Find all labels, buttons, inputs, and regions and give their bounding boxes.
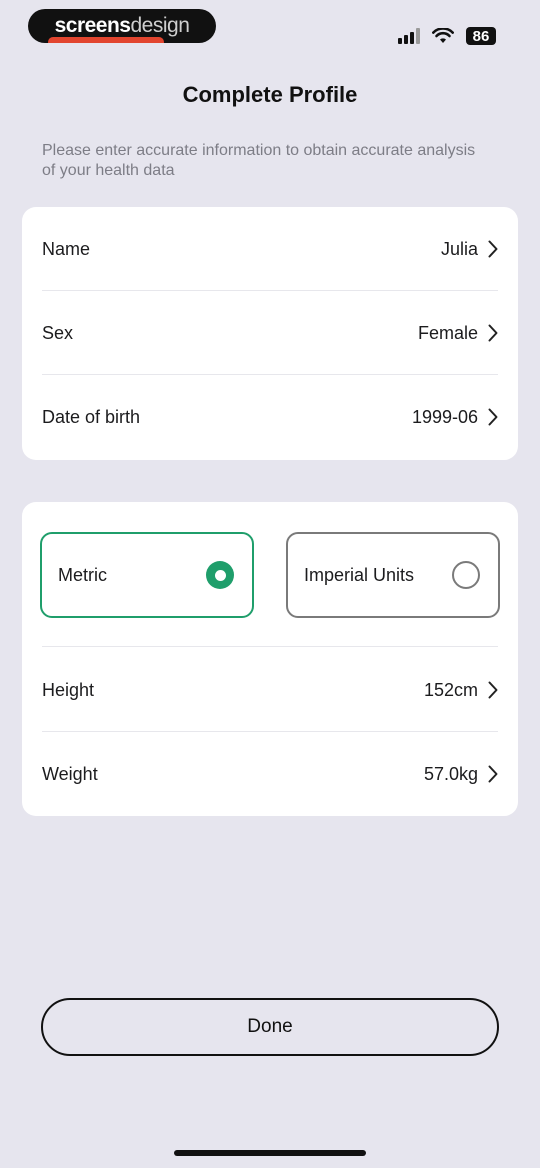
watermark-light: design [130,14,190,37]
height-label: Height [42,679,95,700]
status-icons: 86 [398,27,496,45]
divider [42,646,498,647]
status-bar: screens design 86 [0,0,540,60]
metric-option[interactable]: Metric [40,532,254,618]
imperial-option[interactable]: Imperial Units [286,532,500,618]
watermark-logo: screens design [28,9,216,43]
cellular-signal-icon [398,28,420,44]
sex-label: Sex [42,322,74,343]
home-indicator[interactable] [174,1150,366,1156]
metric-label: Metric [58,564,107,585]
dob-row[interactable]: Date of birth 1999-06 [42,375,498,459]
name-row[interactable]: Name Julia [42,207,498,291]
height-row[interactable]: Height 152cm [42,648,498,732]
body-measurements-card: Metric Imperial Units Height 152cm Weigh… [22,502,518,816]
page-subtitle: Please enter accurate information to obt… [42,142,476,179]
imperial-label: Imperial Units [304,564,415,585]
chevron-right-icon [488,408,498,426]
dob-value: 1999-06 [411,406,478,427]
chevron-right-icon [488,681,498,699]
weight-value: 57.0kg [423,763,478,784]
chevron-right-icon [488,324,498,342]
sex-value: Female [417,322,478,343]
screen: screens design 86 Complete Profile Please… [0,0,540,1168]
dob-label: Date of birth [42,406,141,427]
weight-row[interactable]: Weight 57.0kg [42,732,498,816]
watermark-bold: screens [54,14,131,37]
chevron-right-icon [488,765,498,783]
height-value: 152cm [423,679,478,700]
radio-selected-icon [206,561,234,589]
recording-indicator [48,37,164,43]
chevron-right-icon [488,240,498,258]
page-title: Complete Profile [182,82,358,107]
battery-icon: 86 [466,27,496,45]
radio-unselected-icon [452,561,480,589]
profile-card: Name Julia Sex Female Date of birth 1999… [22,207,518,460]
name-value: Julia [440,238,478,259]
wifi-icon [432,28,454,43]
sex-row[interactable]: Sex Female [42,291,498,375]
weight-label: Weight [42,763,98,784]
done-button[interactable]: Done [41,998,499,1056]
name-label: Name [42,238,91,259]
